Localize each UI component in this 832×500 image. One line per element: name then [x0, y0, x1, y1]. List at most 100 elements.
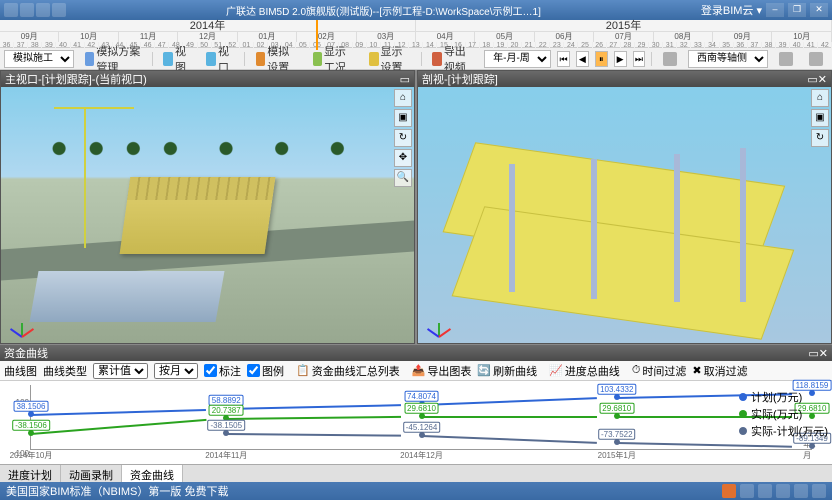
timeline-week[interactable]: 19: [494, 42, 508, 50]
timeline-week[interactable]: 08: [339, 42, 353, 50]
timeline-month[interactable]: 09月: [0, 32, 59, 42]
timeline-week[interactable]: 40: [56, 42, 70, 50]
timeline-week[interactable]: 24: [564, 42, 578, 50]
measure-button[interactable]: [658, 50, 682, 68]
timeline-week[interactable]: 20: [508, 42, 522, 50]
vp-pan-icon[interactable]: ✥: [394, 149, 412, 167]
timeline-week[interactable]: 03: [268, 42, 282, 50]
timeline-week[interactable]: 09: [353, 42, 367, 50]
timeline-week[interactable]: 02: [254, 42, 268, 50]
qat-save-icon[interactable]: [20, 3, 34, 17]
mode-combo[interactable]: 模拟施工: [4, 50, 74, 68]
timeline-week[interactable]: 39: [42, 42, 56, 50]
isometric-combo[interactable]: 西南等轴侧: [688, 50, 768, 68]
timeline-week[interactable]: 37: [748, 42, 762, 50]
vp-close-icon[interactable]: ✕: [818, 73, 827, 86]
timeline-week[interactable]: 44: [113, 42, 127, 50]
timeline-week[interactable]: 25: [578, 42, 592, 50]
panel-dock-icon[interactable]: ▭: [808, 347, 818, 360]
export-chart-button[interactable]: 📤 导出图表: [412, 363, 472, 379]
timeline-week[interactable]: 05: [296, 42, 310, 50]
axis-gizmo[interactable]: [7, 309, 35, 337]
timeline-week[interactable]: 11: [381, 42, 395, 50]
status-icon-e[interactable]: [812, 484, 826, 498]
timeline-week[interactable]: 36: [734, 42, 748, 50]
chart-area[interactable]: -10001002014年10月2014年11月2014年12月2015年1月2…: [0, 381, 832, 464]
timeline-week[interactable]: 23: [550, 42, 564, 50]
curve-button[interactable]: 曲线图: [4, 363, 37, 379]
annotate-checkbox[interactable]: 标注: [204, 363, 241, 379]
nav-last-button[interactable]: ⏭: [633, 51, 646, 67]
progress-curve-button[interactable]: 📈 进度总曲线: [549, 363, 620, 379]
timeline-week[interactable]: 41: [71, 42, 85, 50]
timeline-week[interactable]: 38: [28, 42, 42, 50]
timeline-month[interactable]: 05月: [475, 32, 534, 42]
nav-prev-button[interactable]: ◀: [576, 51, 589, 67]
nav-pause-button[interactable]: ⏸: [595, 51, 608, 67]
status-icon-d[interactable]: [794, 484, 808, 498]
timeline-month[interactable]: 10月: [772, 32, 831, 42]
timeline-week[interactable]: 01: [240, 42, 254, 50]
timeline-week[interactable]: 39: [776, 42, 790, 50]
close-button[interactable]: ✕: [810, 3, 828, 17]
timeline-week[interactable]: 29: [635, 42, 649, 50]
nav-play-button[interactable]: ▶: [614, 51, 627, 67]
vp-home-icon[interactable]: ⌂: [394, 89, 412, 107]
timeline-week[interactable]: 27: [607, 42, 621, 50]
timeline-week[interactable]: 34: [705, 42, 719, 50]
cloud-login[interactable]: 登录BIM云 ▾: [701, 2, 762, 18]
tool-b-button[interactable]: [804, 50, 828, 68]
vp-rotate-icon[interactable]: ↻: [394, 129, 412, 147]
nav-first-button[interactable]: ⏮: [557, 51, 570, 67]
timeline-week[interactable]: 28: [621, 42, 635, 50]
timeline-month[interactable]: 08月: [654, 32, 713, 42]
timeline-week[interactable]: 38: [762, 42, 776, 50]
timeline-week[interactable]: 42: [85, 42, 99, 50]
timeline-week[interactable]: 51: [212, 42, 226, 50]
timeline-week[interactable]: 47: [155, 42, 169, 50]
qat-redo-icon[interactable]: [52, 3, 66, 17]
timeline-week[interactable]: 50: [198, 42, 212, 50]
tab-funds-curve[interactable]: 资金曲线: [122, 465, 183, 482]
timeline-week[interactable]: 31: [663, 42, 677, 50]
vp-zoom-icon[interactable]: 🔍: [394, 169, 412, 187]
timeline-week[interactable]: 42: [818, 42, 832, 50]
section-viewport-canvas[interactable]: ⌂ ▣ ↻: [418, 87, 831, 343]
timeline-week[interactable]: 45: [127, 42, 141, 50]
timeline-week[interactable]: 07: [325, 42, 339, 50]
timeline-month[interactable]: 09月: [713, 32, 772, 42]
tab-animation[interactable]: 动画录制: [61, 465, 122, 482]
axis-gizmo[interactable]: [424, 309, 452, 337]
status-text[interactable]: 美国国家BIM标准（NBIMS）第一版 免费下载: [6, 483, 718, 499]
minimize-button[interactable]: –: [766, 3, 784, 17]
granularity-combo[interactable]: 年-月-周: [484, 50, 551, 68]
vp-dock-icon[interactable]: ▭: [400, 73, 410, 86]
summary-button[interactable]: 📋 资金曲线汇总列表: [296, 363, 400, 379]
timeline-month[interactable]: 07月: [594, 32, 653, 42]
timeline-week[interactable]: 49: [183, 42, 197, 50]
timeline-week[interactable]: 04: [282, 42, 296, 50]
timeline-week[interactable]: 26: [593, 42, 607, 50]
refresh-button[interactable]: 🔄 刷新曲线: [477, 363, 537, 379]
cancel-filter-button[interactable]: ✖ 取消过滤: [692, 363, 747, 379]
qat-undo-icon[interactable]: [36, 3, 50, 17]
timeline-week[interactable]: 52: [226, 42, 240, 50]
timeline-week[interactable]: 41: [804, 42, 818, 50]
legend-checkbox[interactable]: 图例: [247, 363, 284, 379]
status-s-icon[interactable]: [722, 484, 736, 498]
bymonth-combo[interactable]: 按月: [154, 363, 198, 379]
vp-rotate-icon[interactable]: ↻: [811, 129, 829, 147]
timeline-week[interactable]: 46: [141, 42, 155, 50]
timeline-marker[interactable]: [316, 20, 318, 50]
timeline-week[interactable]: 13: [409, 42, 423, 50]
timeline[interactable]: 2014年2015年 09月10月11月12月01月02月03月04月05月06…: [0, 20, 832, 48]
timeline-week[interactable]: 17: [466, 42, 480, 50]
vp-home-icon[interactable]: ⌂: [811, 89, 829, 107]
timeline-week[interactable]: 10: [367, 42, 381, 50]
timeline-week[interactable]: 36: [0, 42, 14, 50]
timeline-week[interactable]: 33: [691, 42, 705, 50]
status-icon-a[interactable]: [740, 484, 754, 498]
maximize-button[interactable]: ❐: [788, 3, 806, 17]
timeline-week[interactable]: 40: [790, 42, 804, 50]
panel-close-icon[interactable]: ✕: [819, 347, 828, 360]
